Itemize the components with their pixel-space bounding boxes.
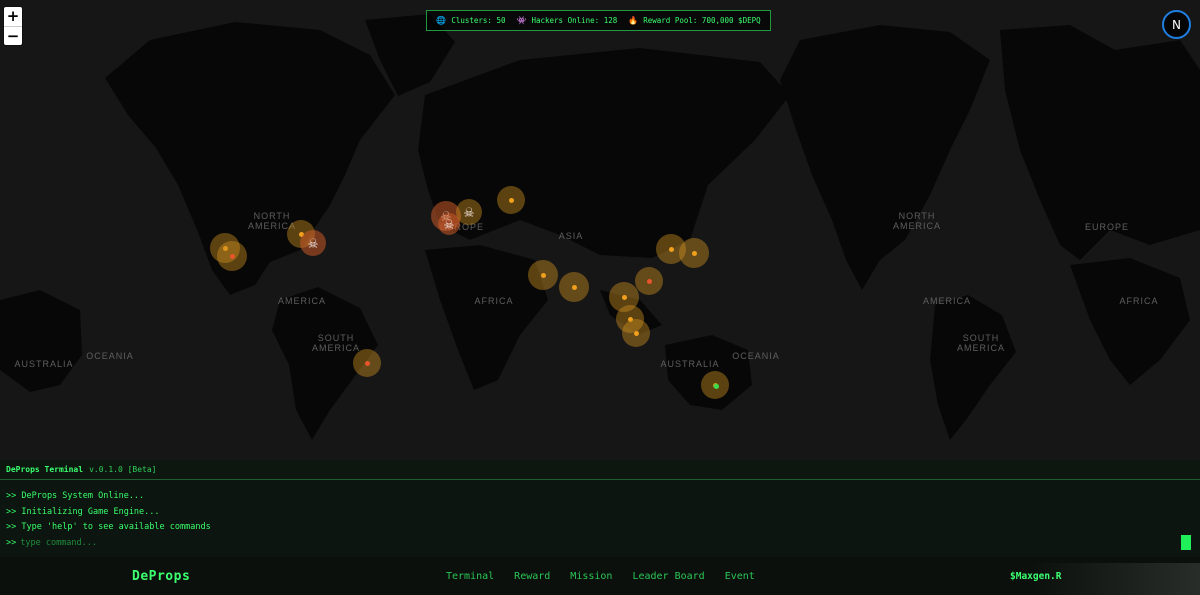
terminal-input-row: >> <box>6 538 421 548</box>
zoom-out-button[interactable]: − <box>4 26 22 45</box>
region-label-oceania-0: OCEANIA <box>86 351 134 361</box>
cluster-dot-icon <box>229 253 235 259</box>
zoom-in-button[interactable]: + <box>4 7 22 26</box>
cluster-marker[interactable] <box>622 319 650 347</box>
cluster-marker[interactable] <box>528 260 558 290</box>
cluster-marker[interactable] <box>713 383 719 389</box>
cluster-dot-icon <box>713 383 719 389</box>
region-label-south-america-top-2: AMERICA <box>922 296 972 306</box>
terminal-line: >> Initializing Game Engine... <box>6 506 160 517</box>
footer-nav-bar: DeProps Terminal Reward Mission Leader B… <box>0 557 1200 595</box>
region-label-australia-1: AUSTRALIA <box>660 359 720 369</box>
stats-bar: 🌐 Clusters: 50 👾 Hackers Online: 128 🔥 R… <box>426 10 771 31</box>
region-label-north-america-2: NORTH AMERICA <box>892 211 942 231</box>
cluster-marker[interactable]: ☠ <box>300 230 326 256</box>
nav-leader-board[interactable]: Leader Board <box>632 571 704 582</box>
terminal-title: DeProps Terminal <box>6 465 84 474</box>
skull-icon: ☠ <box>444 214 454 233</box>
world-map[interactable]: NORTH AMERICA AMERICA SOUTH AMERICA EUROPE A… <box>0 0 1200 460</box>
terminal-header: DeProps Terminal v.0.1.0 [Beta] <box>0 460 1200 480</box>
terminal-version: v.0.1.0 [Beta] <box>89 465 157 474</box>
terminal-line: >> Type 'help' to see available commands <box>6 522 211 532</box>
cluster-marker[interactable] <box>679 238 709 268</box>
stat-reward-text: Reward Pool: 700,000 $DEPQ <box>643 16 761 25</box>
region-label-south-america-top-1: AMERICA <box>277 296 327 306</box>
fire-icon: 🔥 <box>628 16 639 25</box>
region-label-oceania-1: OCEANIA <box>732 351 780 361</box>
globe-icon: 🌐 <box>436 16 447 25</box>
brand-logo[interactable]: DeProps <box>132 569 190 584</box>
footer-glow <box>1030 563 1200 595</box>
stat-hackers: 👾 Hackers Online: 128 <box>517 16 618 25</box>
cluster-dot-icon <box>633 330 639 336</box>
stat-hackers-text: Hackers Online: 128 <box>531 16 618 25</box>
cluster-marker[interactable] <box>559 272 589 302</box>
skull-icon: ☠ <box>308 233 318 252</box>
terminal-cursor <box>1181 535 1191 550</box>
cluster-dot-icon <box>646 278 652 284</box>
stat-reward: 🔥 Reward Pool: 700,000 $DEPQ <box>628 16 760 25</box>
cluster-marker[interactable]: ☠ <box>456 199 482 225</box>
terminal-prompt: >> <box>6 538 17 548</box>
alien-icon: 👾 <box>516 16 527 25</box>
cluster-dot-icon <box>571 284 577 290</box>
cluster-dot-icon <box>668 246 674 252</box>
map-landmass <box>0 14 1200 440</box>
nav-terminal[interactable]: Terminal <box>446 571 494 582</box>
cluster-marker[interactable] <box>353 349 381 377</box>
region-label-south-america-1: SOUTH AMERICA <box>311 333 361 353</box>
terminal-command-input[interactable] <box>20 538 421 548</box>
compass-button[interactable]: N <box>1162 10 1191 39</box>
nav-event[interactable]: Event <box>725 571 755 582</box>
region-label-africa-1: AFRICA <box>474 296 514 306</box>
cluster-dot-icon <box>364 360 370 366</box>
main-nav: Terminal Reward Mission Leader Board Eve… <box>446 571 755 582</box>
cluster-marker[interactable] <box>497 186 525 214</box>
cluster-marker[interactable] <box>635 267 663 295</box>
region-label-south-america-2: SOUTH AMERICA <box>956 333 1006 353</box>
region-label-asia-1: ASIA <box>558 231 584 241</box>
nav-mission[interactable]: Mission <box>570 571 612 582</box>
region-label-europe-2: EUROPE <box>1084 222 1130 232</box>
cluster-dot-icon <box>540 272 546 278</box>
cluster-dot-icon <box>508 197 514 203</box>
terminal-panel: DeProps Terminal v.0.1.0 [Beta] >> DePro… <box>0 460 1200 557</box>
region-label-africa-2: AFRICA <box>1119 296 1159 306</box>
stat-clusters-text: Clusters: 50 <box>451 16 506 25</box>
cluster-dot-icon <box>691 250 697 256</box>
stat-clusters: 🌐 Clusters: 50 <box>436 16 505 25</box>
terminal-line: >> DeProps System Online... <box>6 491 145 501</box>
cluster-marker[interactable] <box>217 241 247 271</box>
region-label-australia-0: AUSTRALIA <box>14 359 74 369</box>
nav-reward[interactable]: Reward <box>514 571 550 582</box>
terminal-output: >> DeProps System Online... >> Initializ… <box>0 480 1200 536</box>
skull-icon: ☠ <box>464 202 474 221</box>
zoom-control: + − <box>4 7 22 45</box>
cluster-dot-icon <box>621 294 627 300</box>
